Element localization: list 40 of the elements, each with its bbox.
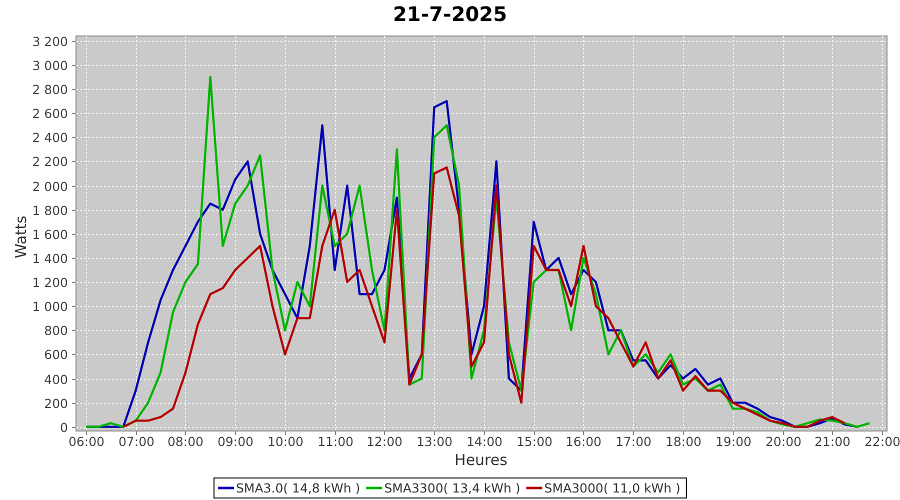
legend-label: SMA3000( 11,0 kWh ) (544, 480, 680, 496)
axis-title: Heures (454, 451, 508, 469)
tick-label: 19:00 (715, 434, 752, 449)
tick-label: 10:00 (267, 434, 304, 449)
tick-label: 2 800 (32, 82, 68, 97)
tick-label: 800 (44, 323, 68, 338)
tick-label: 20:00 (765, 434, 802, 449)
tick-label: 11:00 (317, 434, 354, 449)
tick-label: 12:00 (366, 434, 403, 449)
tick-label: 1 800 (32, 203, 68, 218)
tick-label: 200 (44, 396, 68, 411)
tick-label: 600 (44, 347, 68, 362)
tick-label: 2 400 (32, 130, 68, 145)
tick-label: 1 000 (32, 299, 68, 314)
tick-label: 2 600 (32, 106, 68, 121)
tick-label: 1 600 (32, 227, 68, 242)
tick-label: 1 400 (32, 251, 68, 266)
legend-label: SMA3300( 13,4 kWh ) (384, 480, 520, 496)
legend-label: SMA3.0( 14,8 kWh ) (236, 480, 360, 496)
tick-label: 09:00 (217, 434, 254, 449)
tick-label: 2 000 (32, 179, 68, 194)
tick-label: 14:00 (466, 434, 503, 449)
tick-label: 06:00 (68, 434, 105, 449)
axis-title: Watts (12, 216, 30, 258)
tick-label: 07:00 (118, 434, 155, 449)
tick-label: 15:00 (516, 434, 553, 449)
tick-label: 1 200 (32, 275, 68, 290)
tick-label: 400 (44, 372, 68, 387)
tick-label: 3 000 (32, 58, 68, 73)
tick-label: 2 200 (32, 154, 68, 169)
tick-label: 22:00 (864, 434, 900, 449)
tick-label: 21:00 (814, 434, 851, 449)
chart-title: 21-7-2025 (393, 2, 507, 26)
tick-label: 16:00 (565, 434, 602, 449)
tick-label: 13:00 (416, 434, 453, 449)
tick-label: 08:00 (167, 434, 204, 449)
tick-label: 0 (60, 420, 68, 435)
tick-label: 3 200 (32, 34, 68, 49)
tick-label: 17:00 (615, 434, 652, 449)
tick-label: 18:00 (665, 434, 702, 449)
